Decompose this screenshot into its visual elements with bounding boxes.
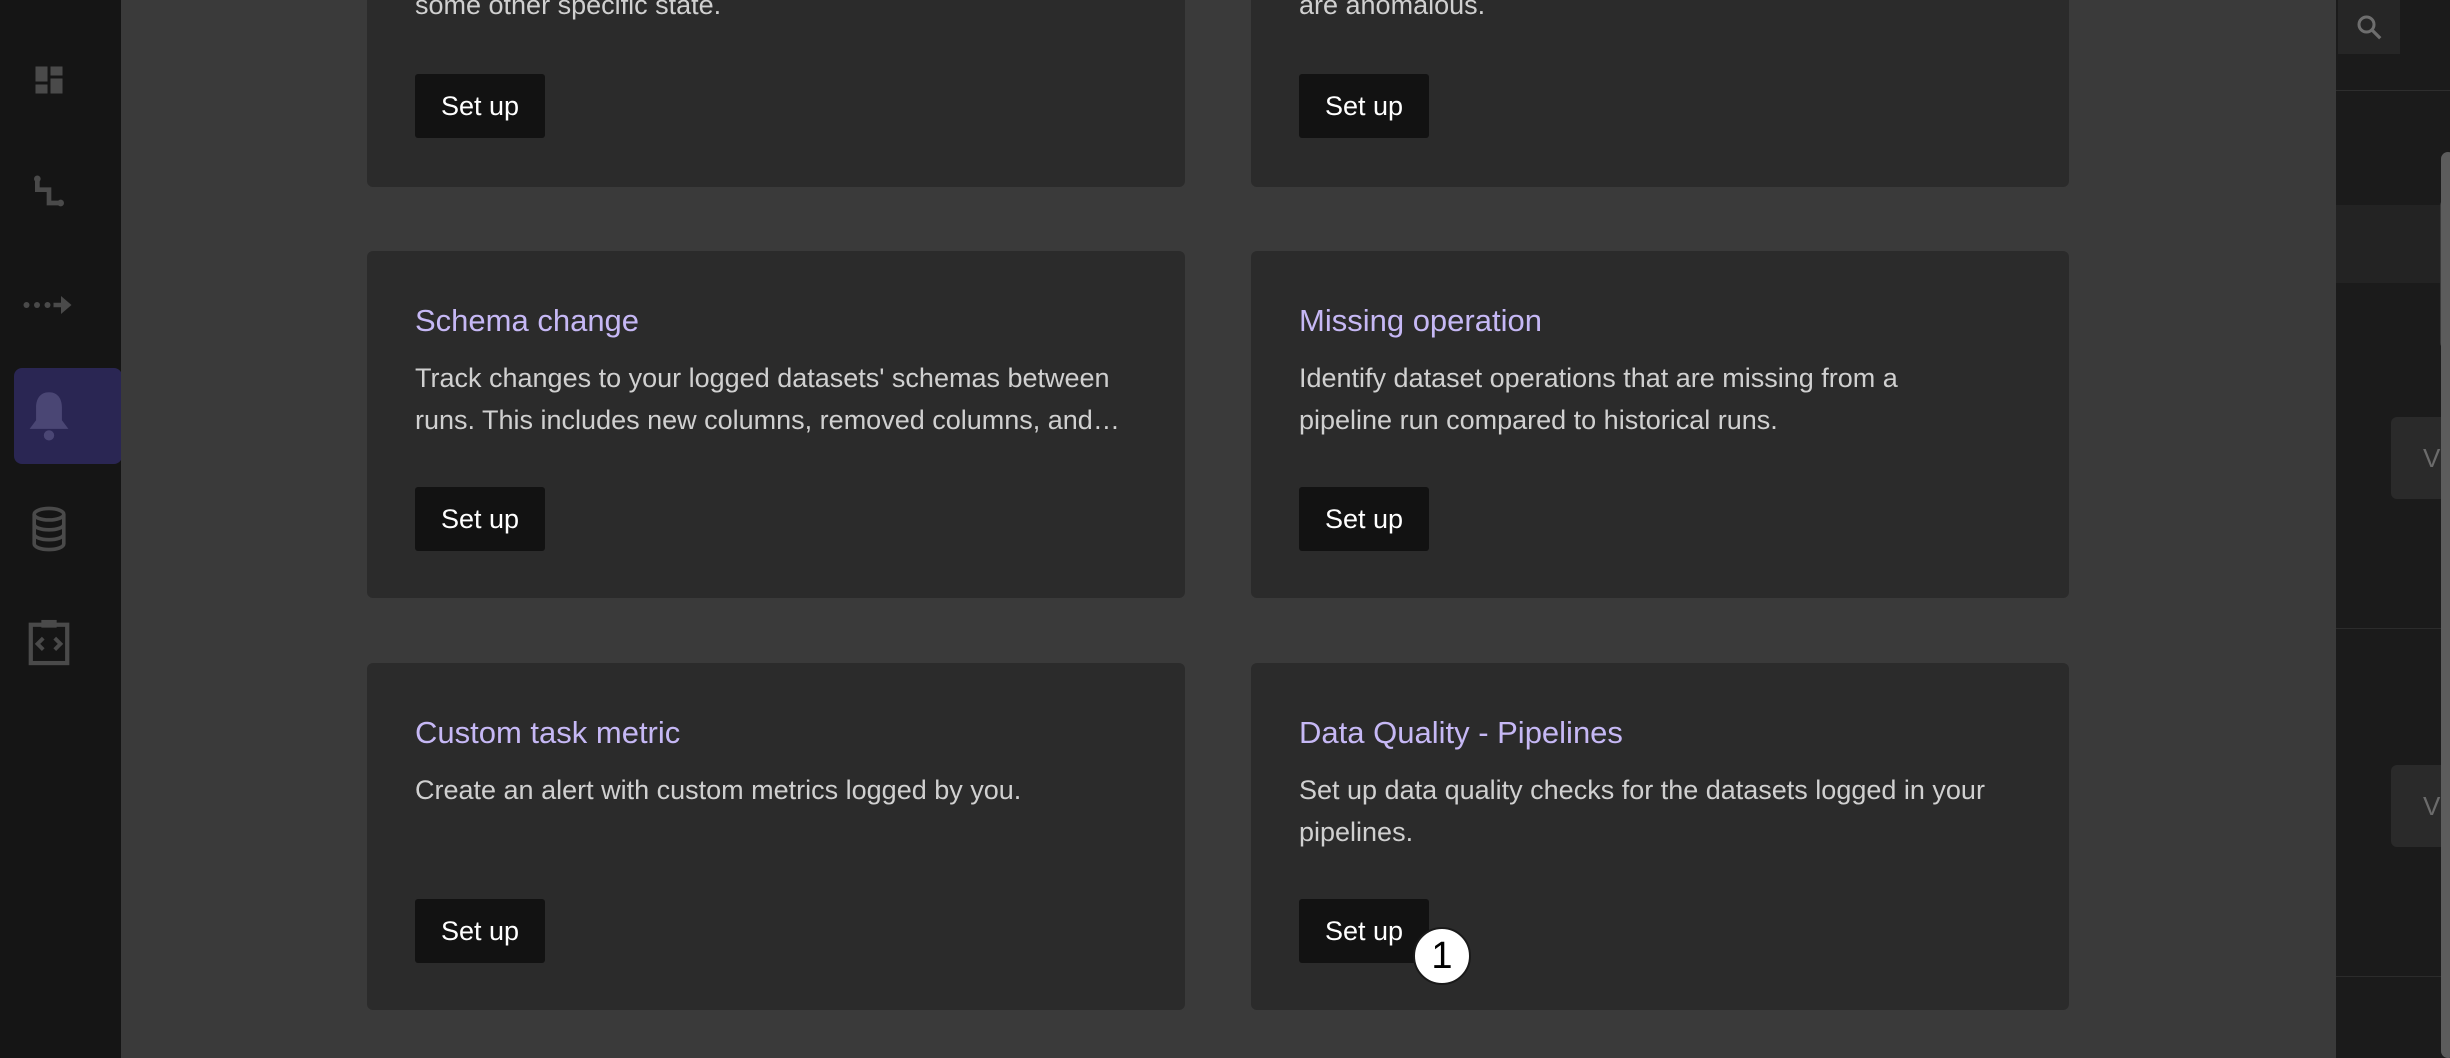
set-up-button[interactable]: Set up	[415, 487, 545, 551]
sidebar	[0, 0, 122, 1058]
app-root: V V some other specific state. Set up ar…	[0, 0, 2450, 1058]
database-icon	[32, 506, 66, 552]
pipeline-icon	[34, 175, 64, 207]
alert-type-card-schema-change: Schema change Track changes to your logg…	[367, 251, 1185, 598]
code-clipboard-icon	[28, 619, 70, 666]
set-up-button[interactable]: Set up	[415, 899, 545, 963]
lineage-icon	[23, 296, 72, 314]
set-up-button[interactable]: Set up	[415, 74, 545, 138]
sidebar-item-integrations[interactable]	[14, 594, 122, 690]
alert-type-card: are anomalous. Set up	[1251, 0, 2069, 187]
set-up-button[interactable]: Set up	[1299, 74, 1429, 138]
card-description: Set up data quality checks for the datas…	[1299, 769, 2021, 853]
card-description: some other specific state.	[415, 0, 1137, 26]
card-description-line: pipeline run compared to historical runs…	[1299, 405, 1778, 435]
card-description-line: Track changes to your logged datasets' s…	[415, 363, 1110, 393]
card-description: are anomalous.	[1299, 0, 2021, 26]
sidebar-item-alerts[interactable]	[14, 368, 122, 464]
background-search-button[interactable]	[2338, 0, 2400, 54]
dashboard-icon	[35, 66, 63, 94]
sidebar-item-dashboard[interactable]	[14, 32, 122, 128]
card-title: Custom task metric	[415, 715, 681, 750]
card-description-line: pipelines.	[1299, 817, 1414, 847]
alert-type-modal: some other specific state. Set up are an…	[121, 0, 2450, 1058]
card-title: Data Quality - Pipelines	[1299, 715, 1623, 750]
card-description-line: Identify dataset operations that are mis…	[1299, 363, 1898, 393]
card-title: Missing operation	[1299, 303, 1542, 338]
search-icon	[2357, 15, 2382, 40]
sidebar-item-lineage[interactable]	[14, 257, 122, 353]
card-description-line: Set up data quality checks for the datas…	[1299, 775, 1985, 805]
modal-scrollbar[interactable]	[2441, 152, 2450, 1058]
annotation-marker: 1	[1413, 927, 1471, 985]
sidebar-item-datasets[interactable]	[14, 481, 122, 577]
alert-type-card-data-quality-pipelines: Data Quality - Pipelines Set up data qua…	[1251, 663, 2069, 1010]
card-description: Track changes to your logged datasets' s…	[415, 357, 1137, 441]
sidebar-item-pipelines[interactable]	[14, 145, 122, 241]
background-row-divider	[2336, 976, 2450, 977]
background-table-header	[2336, 205, 2450, 283]
background-divider	[2336, 90, 2450, 91]
alert-type-card: some other specific state. Set up	[367, 0, 1185, 187]
card-title: Schema change	[415, 303, 640, 338]
background-row-divider	[2336, 628, 2450, 629]
alert-type-card-custom-task-metric: Custom task metric Create an alert with …	[367, 663, 1185, 1010]
set-up-button[interactable]: Set up	[1299, 899, 1429, 963]
card-description: Create an alert with custom metrics logg…	[415, 769, 1137, 811]
card-description-line: some other specific state.	[415, 0, 722, 20]
alert-type-card-missing-operation: Missing operation Identify dataset opera…	[1251, 251, 2069, 598]
card-description-line: runs. This includes new columns, removed…	[415, 405, 1120, 435]
bell-icon	[29, 392, 69, 441]
card-description-line: are anomalous.	[1299, 0, 1486, 20]
card-description-line: Create an alert with custom metrics logg…	[415, 775, 1022, 805]
set-up-button[interactable]: Set up	[1299, 487, 1429, 551]
card-description: Identify dataset operations that are mis…	[1299, 357, 2021, 441]
